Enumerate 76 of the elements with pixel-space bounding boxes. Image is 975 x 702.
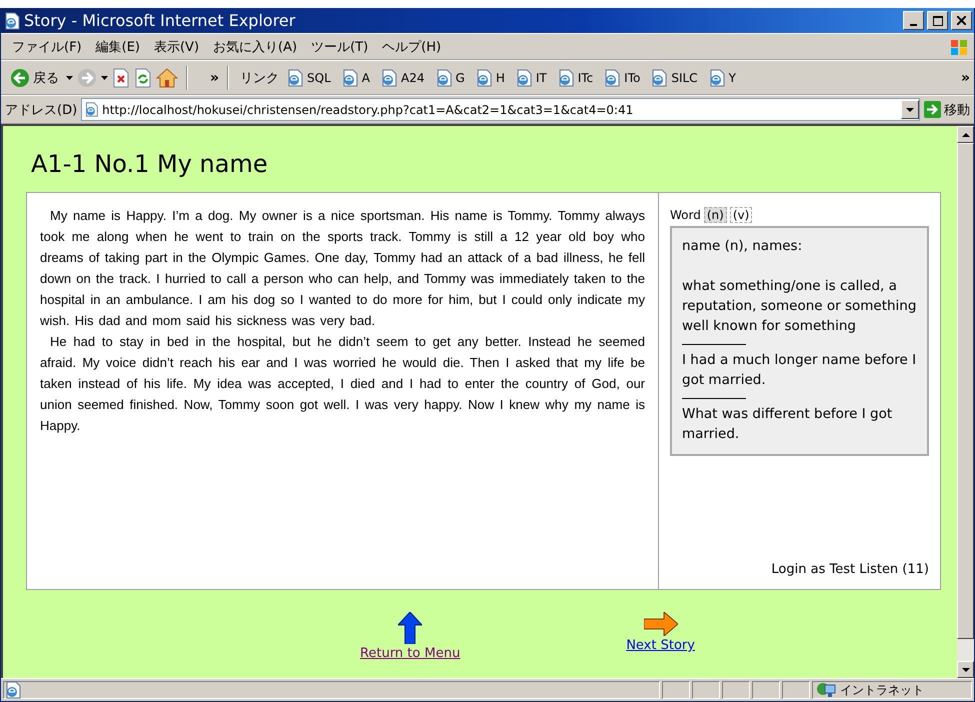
status-pane — [662, 681, 690, 699]
menu-item[interactable]: 編集(E) — [88, 38, 147, 56]
more-chevron[interactable]: » — [210, 70, 220, 86]
close-icon — [957, 16, 966, 25]
up-arrow-icon — [398, 612, 422, 644]
go-arrow-icon — [924, 101, 941, 118]
back-button[interactable]: 戻る — [7, 68, 62, 88]
word-tab[interactable]: (n) — [704, 207, 727, 223]
favorite-link[interactable]: ITc — [556, 68, 594, 86]
refresh-icon[interactable] — [134, 68, 152, 88]
network-globe-icon — [816, 681, 836, 699]
minimize-icon — [910, 24, 917, 26]
word-tab[interactable]: (v) — [730, 207, 752, 223]
zone-label: イントラネット — [840, 682, 924, 698]
ie-page-icon — [603, 68, 622, 86]
right-arrow-icon — [644, 612, 678, 636]
address-field[interactable]: http://localhost/hokusei/christensen/readstory.php?cat1=A&cat2=1&cat3=1&cat4=0:41 — [81, 98, 920, 121]
ie-page-icon — [650, 68, 668, 86]
ie-page-icon — [514, 68, 533, 86]
status-pane — [752, 681, 780, 699]
ie-page-icon — [434, 68, 452, 86]
scroll-down-icon[interactable] — [962, 668, 970, 672]
nav-link[interactable]: Next Story — [626, 638, 695, 653]
ie-page-icon — [556, 68, 575, 86]
windows-flag-icon — [950, 38, 968, 56]
favorite-link[interactable]: ITo — [603, 68, 640, 86]
favorite-link[interactable]: SILC — [650, 68, 698, 86]
menu-item[interactable]: ヘルプ(H) — [375, 38, 448, 56]
status-pane — [782, 681, 810, 699]
favorite-link[interactable]: A — [340, 68, 370, 86]
status-pane — [692, 681, 720, 699]
links-label: リンク — [239, 70, 280, 86]
ie-page-icon — [340, 68, 359, 86]
ie-page-icon — [474, 68, 493, 86]
menu-item[interactable]: お気に入り(A) — [206, 38, 304, 56]
go-button[interactable]: 移動 — [924, 100, 970, 118]
favorite-link[interactable]: H — [474, 68, 505, 86]
dropdown-button[interactable] — [901, 100, 919, 119]
favorite-link[interactable]: G — [434, 68, 465, 86]
links-more-chevron[interactable]: » — [960, 70, 970, 86]
example-sentence: I had a much longer name before I got married. — [682, 351, 917, 390]
stop-icon[interactable] — [112, 68, 130, 88]
menu-item[interactable]: 表示(V) — [146, 38, 206, 56]
menu-item[interactable]: ファイル(F) — [5, 38, 89, 56]
close-button[interactable] — [951, 11, 972, 30]
ie-page-icon — [286, 68, 304, 86]
ie-logo-icon — [3, 12, 21, 30]
page-icon — [84, 102, 100, 117]
word-label: Word — [670, 208, 701, 222]
favorite-link[interactable]: IT — [514, 68, 547, 86]
address-label: アドレス(D) — [5, 102, 78, 118]
example-sentence: What was different before I got married. — [682, 405, 894, 444]
caret-icon — [906, 108, 914, 112]
caret-icon — [101, 76, 108, 80]
caret-icon — [66, 76, 73, 80]
favorite-link[interactable]: SQL — [286, 68, 331, 86]
scrollbar[interactable] — [957, 124, 974, 678]
ie-page-icon — [708, 68, 726, 86]
maximize-button[interactable] — [927, 11, 948, 30]
scroll-up-icon[interactable] — [962, 132, 970, 136]
nav-link[interactable]: Return to Menu — [360, 646, 460, 661]
favorite-link[interactable]: A24 — [380, 68, 424, 86]
window-title: Story - Microsoft Internet Explorer — [24, 11, 296, 30]
menu-item[interactable]: ツール(T) — [304, 38, 376, 56]
minimize-button[interactable] — [903, 11, 924, 30]
story-paragraph: He had to stay in bed in the hospital, but he didn’t seem to get any better. Instead he seemed afraid. My voice didn’t reach his ear and I was worried he would die. Then I asked that my life be taken instead of his life. My idea was accepted, I died and I had to enter the country of God, our union seemed finished. Now, Tommy soon got well. I was very happy. Now I knew why my name is Happy. — [40, 333, 645, 435]
story-paragraph: My name is Happy. I’m a dog. My owner is a nice sportsman. His name is Tommy. Tommy always took me along when he went to train on the sports track. Tommy is still a 12 year old boy who dreams of taking part in the Olympic Games. One day, Tommy had an attack of a bad illness, he fell down on the track. I hurried to call a person who can help, and Tommy was immediately taken to the hospital in an ambulance. I am his dog so I wanted to do more for him, but I could only indicate my wish. His dad and mom said his sickness was very bad. — [40, 207, 645, 330]
favorite-link[interactable]: Y — [708, 68, 736, 86]
login-text: Login as Test Listen (11) — [770, 562, 929, 577]
home-icon[interactable] — [156, 68, 178, 88]
ie-page-icon — [380, 68, 398, 86]
headword: name (n), names: — [682, 237, 804, 256]
definition-text: what something/one is called, a reputation, someone or something well known for something — [682, 277, 917, 336]
status-pane — [722, 681, 750, 699]
maximize-icon — [932, 16, 942, 26]
story-heading: A1-1 No.1 My name — [31, 150, 269, 178]
